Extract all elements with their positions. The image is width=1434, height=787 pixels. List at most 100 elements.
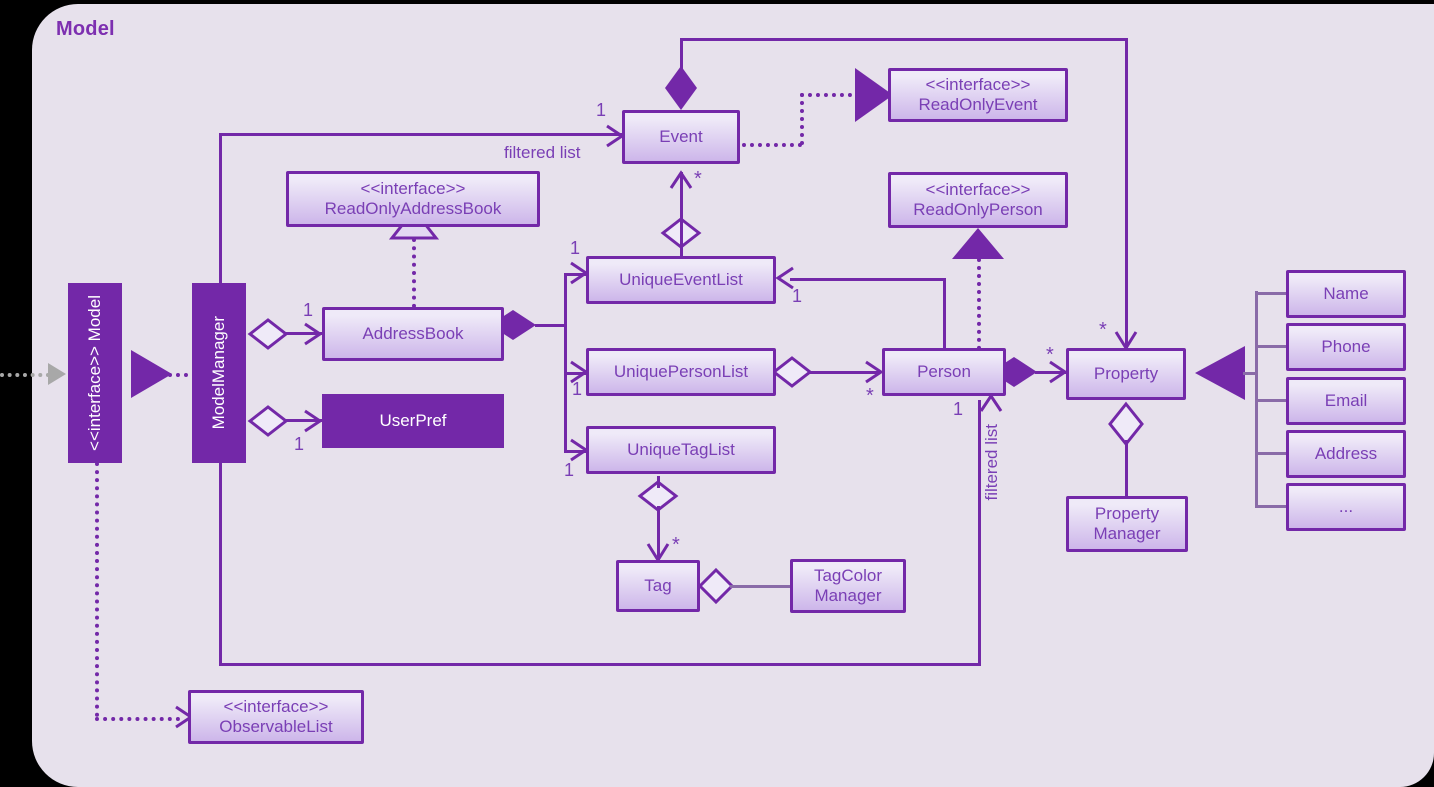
label-star-person-property: * xyxy=(1046,344,1054,366)
line-uniquetaglist-tag-top xyxy=(657,476,660,488)
label-filtered-list-person: filtered list xyxy=(982,424,1001,501)
class-propertymanager[interactable]: Property Manager xyxy=(1066,496,1188,552)
label-star-event: * xyxy=(694,168,702,190)
label-one-userpref: 1 xyxy=(294,434,305,454)
class-readonlyevent[interactable]: <<interface>> ReadOnlyEvent xyxy=(888,68,1068,122)
class-observablelist[interactable]: <<interface>> ObservableList xyxy=(188,690,364,744)
class-event-name: Event xyxy=(659,126,703,146)
class-tagcolormanager-line1: TagColor xyxy=(813,565,883,585)
line-property-propertymanager xyxy=(1125,440,1128,496)
class-readonlyperson-name: ReadOnlyPerson xyxy=(913,200,1043,219)
line-attr-name xyxy=(1255,292,1288,295)
class-propertymanager-line2: Manager xyxy=(1093,524,1161,543)
class-property-name: Property xyxy=(1093,363,1159,383)
dashed-event-seg2 xyxy=(800,93,804,145)
class-model-name: Model xyxy=(85,295,105,342)
class-tag[interactable]: Tag xyxy=(616,560,700,612)
class-uniquetaglist[interactable]: UniqueTagList xyxy=(586,426,776,474)
line-person-uel-vertical xyxy=(943,278,946,348)
class-attr-email-label: Email xyxy=(1324,390,1368,410)
diagram-root: Model <<interface>> Model ModelManager <… xyxy=(0,0,1434,787)
label-one-person-to-uel: 1 xyxy=(792,286,803,306)
line-uniquetaglist-tag-bottom xyxy=(657,506,660,562)
class-attr-name-label: Name xyxy=(1323,283,1369,303)
class-propertymanager-line1: Property xyxy=(1094,503,1160,523)
class-observablelist-stereotype: <<interface>> xyxy=(223,696,329,716)
line-person-uel-horizontal xyxy=(790,278,946,281)
line-tag-tagcolormanager xyxy=(730,585,794,588)
class-uniquepersonlist-name: UniquePersonList xyxy=(613,361,749,381)
class-attr-email[interactable]: Email xyxy=(1286,377,1406,425)
class-readonlyaddressbook-stereotype: <<interface>> xyxy=(360,178,466,198)
line-modelmanager-up xyxy=(219,133,222,288)
label-one-uniqueeventlist: 1 xyxy=(570,238,581,258)
page-title: Model xyxy=(56,18,115,40)
label-one-person-filtered: 1 xyxy=(953,399,964,419)
label-one-event: 1 xyxy=(596,100,607,120)
line-modelmanager-down xyxy=(219,462,222,665)
class-event[interactable]: Event xyxy=(622,110,740,164)
dashed-model-observablelist xyxy=(95,717,180,721)
dashed-addressbook-readonlyaddressbook xyxy=(412,238,416,308)
incoming-dependency-line xyxy=(0,373,50,377)
class-addressbook-name: AddressBook xyxy=(362,323,464,343)
class-model-stereotype: <<interface>> xyxy=(85,346,105,451)
dashed-person-readonlyperson xyxy=(977,258,981,350)
line-modelmanager-userpref xyxy=(285,419,325,422)
line-person-property xyxy=(1035,371,1067,374)
label-star-person: * xyxy=(866,385,874,407)
line-attr-email xyxy=(1255,399,1288,402)
line-event-top-route xyxy=(680,38,1128,41)
class-attr-phone[interactable]: Phone xyxy=(1286,323,1406,371)
line-person-filtered-up xyxy=(978,400,981,665)
class-model[interactable]: <<interface>> Model xyxy=(68,283,122,463)
line-branch-uniqueeventlist xyxy=(564,273,588,276)
class-person-name: Person xyxy=(917,361,971,381)
class-attr-phone-label: Phone xyxy=(1321,336,1371,356)
dashed-event-seg1 xyxy=(742,143,802,147)
class-attr-ellipsis-label: ... xyxy=(1338,496,1354,516)
label-one-uniquepersonlist: 1 xyxy=(572,379,583,399)
line-attr-phone xyxy=(1255,345,1288,348)
class-userpref-name: UserPref xyxy=(379,411,447,430)
line-uniqueeventlist-event xyxy=(680,172,683,256)
line-attr-ellipsis xyxy=(1255,505,1288,508)
class-attr-address[interactable]: Address xyxy=(1286,430,1406,478)
line-attr-address xyxy=(1255,452,1288,455)
line-bottom-route xyxy=(219,663,981,666)
class-attr-address-label: Address xyxy=(1314,443,1378,463)
class-readonlyperson-stereotype: <<interface>> xyxy=(925,179,1031,199)
class-addressbook[interactable]: AddressBook xyxy=(322,307,504,361)
class-readonlyevent-stereotype: <<interface>> xyxy=(925,74,1031,94)
class-attr-ellipsis[interactable]: ... xyxy=(1286,483,1406,531)
class-tagcolormanager-line2: Manager xyxy=(814,586,882,605)
line-uniquepersonlist-person xyxy=(808,371,880,374)
class-userpref[interactable]: UserPref xyxy=(322,394,504,448)
line-branch-uniquetaglist xyxy=(564,450,588,453)
line-addressbook-branch xyxy=(535,324,567,327)
class-tag-name: Tag xyxy=(644,575,672,595)
dashed-event-seg3 xyxy=(800,93,860,97)
class-property[interactable]: Property xyxy=(1066,348,1186,400)
class-readonlyevent-name: ReadOnlyEvent xyxy=(918,95,1038,114)
class-readonlyperson[interactable]: <<interface>> ReadOnlyPerson xyxy=(888,172,1068,228)
line-route-down-property xyxy=(1125,38,1128,348)
class-uniqueeventlist[interactable]: UniqueEventList xyxy=(586,256,776,304)
class-tagcolormanager[interactable]: TagColor Manager xyxy=(790,559,906,613)
class-uniquetaglist-name: UniqueTagList xyxy=(627,439,735,459)
class-uniquepersonlist[interactable]: UniquePersonList xyxy=(586,348,776,396)
label-star-tag: * xyxy=(672,534,680,556)
class-person[interactable]: Person xyxy=(882,348,1006,396)
class-readonlyaddressbook[interactable]: <<interface>> ReadOnlyAddressBook xyxy=(286,171,540,227)
class-uniqueeventlist-name: UniqueEventList xyxy=(619,269,743,289)
class-modelmanager[interactable]: ModelManager xyxy=(192,283,246,463)
label-one-uniquetaglist: 1 xyxy=(564,460,575,480)
label-one-addressbook: 1 xyxy=(303,300,314,320)
line-event-up xyxy=(680,38,683,70)
line-addressbook-branch-vertical xyxy=(564,273,567,451)
line-branch-uniquepersonlist xyxy=(564,372,588,375)
class-attr-name[interactable]: Name xyxy=(1286,270,1406,318)
line-modelmanager-addressbook xyxy=(285,332,325,335)
line-filteredlist-event xyxy=(219,133,624,136)
class-modelmanager-name: ModelManager xyxy=(209,316,229,430)
